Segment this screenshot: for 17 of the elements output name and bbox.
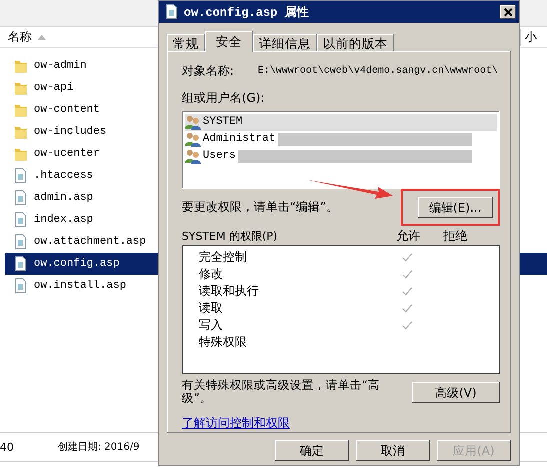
users-label: 组或用户名(G): <box>182 90 266 107</box>
permission-name: 修改 <box>199 266 224 283</box>
column-header: 允许 <box>396 228 422 246</box>
file-size: 40 <box>0 440 14 454</box>
column-header: 拒绝 <box>442 228 468 246</box>
object-path: E:\wwwroot\cweb\v4demo.sangv.cn\wwwroot\ <box>258 66 498 78</box>
permission-name: 读取和执行 <box>199 282 260 300</box>
created-date: 创建日期: 2016/9 <box>58 440 140 454</box>
advanced-hint: 有关特殊权限或高级设置，请单击“高级”。 <box>182 379 381 405</box>
object-label: 对象名称: <box>182 63 234 80</box>
permission-name: 读取 <box>199 300 224 317</box>
window-title: ow.config.asp 属性 <box>184 4 310 20</box>
permission-name: 特殊权限 <box>199 334 248 351</box>
permission-name: 完全控制 <box>199 248 248 266</box>
permission-name: 写入 <box>199 316 224 334</box>
permissions-label: SYSTEM 的权限(P) <box>182 229 279 244</box>
edit-hint: 要更改权限，请单击“编辑”。 <box>182 198 338 216</box>
